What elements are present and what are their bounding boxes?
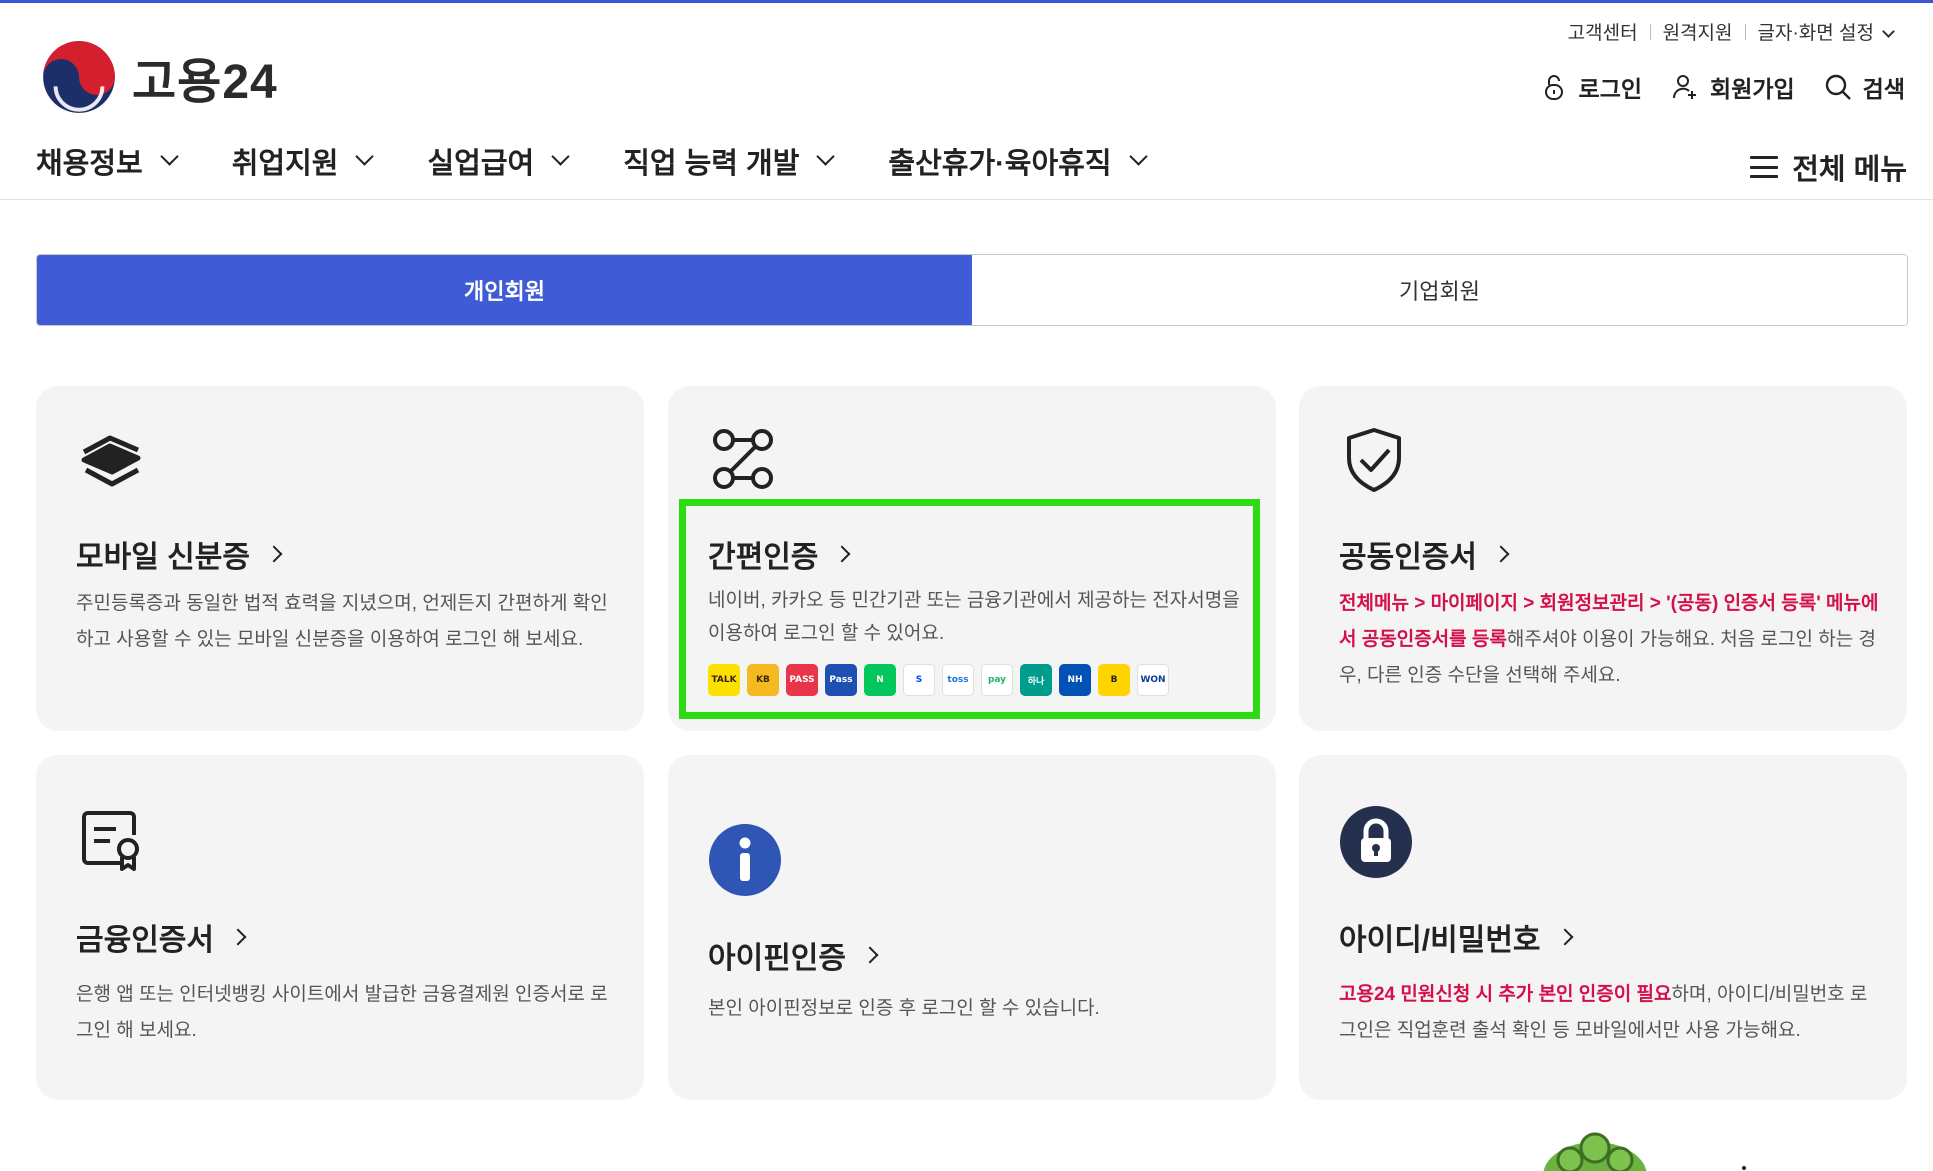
signup-label: 회원가입 <box>1710 76 1795 102</box>
nav-label: 실업급여 <box>427 148 535 180</box>
padlock-icon <box>1340 806 1412 878</box>
add-user-icon <box>1673 75 1697 99</box>
search-icon <box>1825 74 1851 100</box>
login-label: 로그인 <box>1578 76 1643 102</box>
chevron-down-icon <box>1128 146 1148 166</box>
card-ipin[interactable]: 아이핀인증 본인 아이핀정보로 인증 후 로그인 할 수 있습니다. <box>668 755 1276 1100</box>
chevron-down-icon <box>1882 25 1895 38</box>
card-mobile-id[interactable]: 모바일 신분증 주민등록증과 동일한 법적 효력을 지녔으며, 언제든지 간편하… <box>36 386 644 731</box>
stacked-cards-icon <box>81 435 141 487</box>
tab-corporate[interactable]: 기업회원 <box>972 255 1907 325</box>
decorative-dot <box>1742 1166 1746 1170</box>
chevron-right-icon <box>1492 545 1510 563</box>
nav-unemployment-benefit[interactable]: 실업급여 <box>427 140 570 182</box>
util-display-settings[interactable]: 글자·화면 설정 <box>1746 18 1906 45</box>
card-joint-certificate[interactable]: 공동인증서 전체메뉴 > 마이페이지 > 회원정보관리 > '(공동) 인증서 … <box>1299 386 1907 731</box>
connection-nodes-icon <box>713 429 773 489</box>
utility-links: 고객센터 원격지원 글자·화면 설정 <box>1556 18 1905 45</box>
card-description: 은행 앱 또는 인터넷뱅킹 사이트에서 발급한 금융결제원 인증서로 로그인 해… <box>76 984 608 1041</box>
hamburger-icon <box>1750 156 1779 178</box>
chevron-right-icon <box>861 946 879 964</box>
card-title-text: 아이핀인증 <box>708 942 846 975</box>
card-description-highlight: 고용24 민원신청 시 추가 본인 인증이 필요 <box>1339 984 1672 1005</box>
card-description: 고용24 민원신청 시 추가 본인 인증이 필요하며, 아이디/비밀번호 로그인… <box>1339 977 1879 1049</box>
card-title-text: 아이디/비밀번호 <box>1339 924 1541 957</box>
card-description: 전체메뉴 > 마이페이지 > 회원정보관리 > '(공동) 인증서 등록' 메뉴… <box>1339 586 1879 694</box>
nav-skills-development[interactable]: 직업 능력 개발 <box>623 140 836 182</box>
site-logo[interactable]: 고용24 <box>40 38 278 116</box>
chevron-right-icon <box>1556 928 1574 946</box>
site-header: 고용24 고객센터 원격지원 글자·화면 설정 로그인 회원가입 검색 채용정보… <box>0 0 1933 200</box>
nav-employment-support[interactable]: 취업지원 <box>231 140 375 182</box>
member-type-tabs: 개인회원 기업회원 <box>36 254 1908 326</box>
nav-label: 직업 능력 개발 <box>623 148 800 180</box>
logo-text: 고용24 <box>132 56 278 109</box>
chevron-right-icon <box>265 545 283 563</box>
util-display-settings-label: 글자·화면 설정 <box>1757 23 1875 44</box>
card-title[interactable]: 모바일 신분증 <box>76 532 283 576</box>
chevron-down-icon <box>816 146 836 166</box>
card-title-text: 모바일 신분증 <box>76 541 250 574</box>
chevron-right-icon <box>229 928 247 946</box>
tab-personal[interactable]: 개인회원 <box>37 255 972 325</box>
account-actions: 로그인 회원가입 검색 <box>1539 70 1905 104</box>
signup-link[interactable]: 회원가입 <box>1670 70 1795 104</box>
card-description: 주민등록증과 동일한 법적 효력을 지녔으며, 언제든지 간편하게 확인하고 사… <box>76 593 608 650</box>
nav-label: 취업지원 <box>231 148 339 180</box>
lock-icon <box>1544 75 1563 100</box>
card-title[interactable]: 아이핀인증 <box>708 933 879 977</box>
shield-check-icon <box>1347 428 1401 492</box>
nav-parental-leave[interactable]: 출산휴가·육아휴직 <box>888 140 1148 182</box>
info-icon <box>709 824 781 896</box>
chevron-down-icon <box>551 146 570 166</box>
mascot-icon <box>1543 1132 1647 1171</box>
login-link[interactable]: 로그인 <box>1539 70 1642 104</box>
all-menu-label: 전체 메뉴 <box>1792 154 1907 186</box>
nav-job-info[interactable]: 채용정보 <box>36 140 179 182</box>
util-remote-support[interactable]: 원격지원 <box>1651 18 1745 45</box>
card-title[interactable]: 공동인증서 <box>1339 532 1510 576</box>
card-title[interactable]: 금융인증서 <box>76 915 247 959</box>
taegeuk-logo-icon <box>43 41 115 113</box>
search-link[interactable]: 검색 <box>1823 70 1905 104</box>
certificate-icon <box>82 811 139 871</box>
card-id-password[interactable]: 아이디/비밀번호 고용24 민원신청 시 추가 본인 인증이 필요하며, 아이디… <box>1299 755 1907 1100</box>
card-financial-certificate[interactable]: 금융인증서 은행 앱 또는 인터넷뱅킹 사이트에서 발급한 금융결제원 인증서로… <box>36 755 644 1100</box>
card-title-text: 금융인증서 <box>76 924 214 957</box>
util-customer-center[interactable]: 고객센터 <box>1556 18 1650 45</box>
selection-highlight-box <box>679 499 1260 719</box>
main-navigation: 채용정보 취업지원 실업급여 직업 능력 개발 출산휴가·육아휴직 <box>36 140 1201 182</box>
card-title-text: 공동인증서 <box>1339 541 1477 574</box>
card-title[interactable]: 아이디/비밀번호 <box>1339 915 1574 959</box>
nav-label: 채용정보 <box>36 148 143 180</box>
all-menu-button[interactable]: 전체 메뉴 <box>1750 146 1907 188</box>
nav-label: 출산휴가·육아휴직 <box>888 148 1112 180</box>
chevron-down-icon <box>355 146 375 166</box>
card-description: 본인 아이핀정보로 인증 후 로그인 할 수 있습니다. <box>708 998 1100 1019</box>
search-label: 검색 <box>1862 76 1905 102</box>
chevron-down-icon <box>160 146 179 166</box>
